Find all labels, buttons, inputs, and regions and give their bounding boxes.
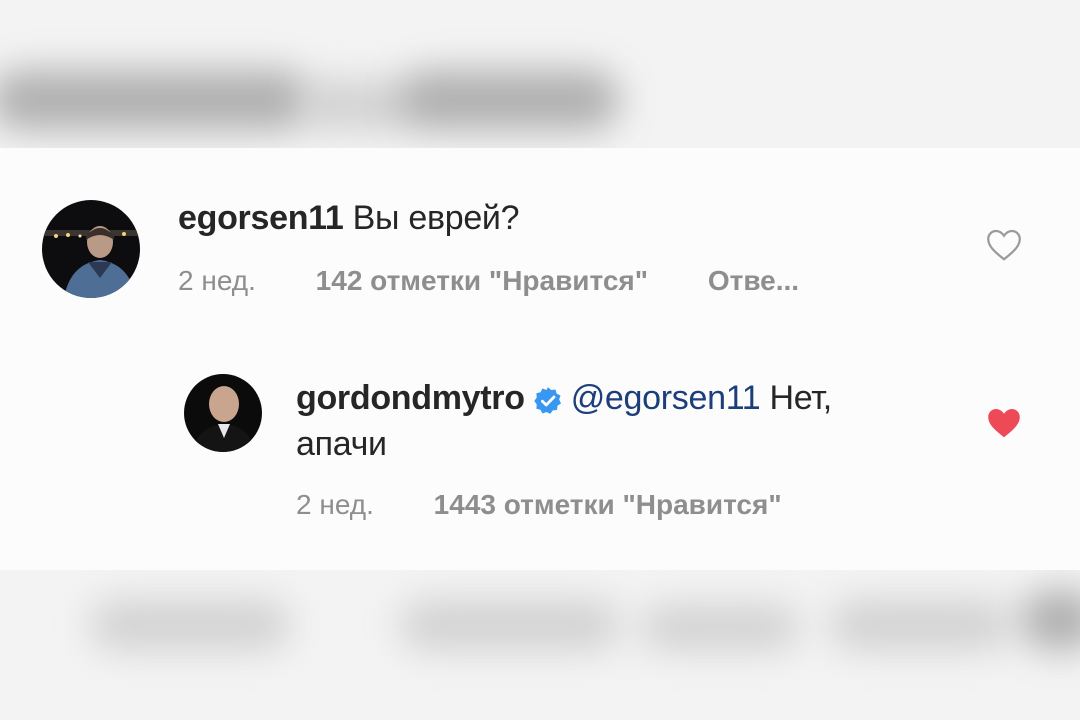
- blurred-content-bottom: [0, 570, 1080, 720]
- reply-likes-link[interactable]: 1443 отметки "Нравится": [434, 489, 782, 520]
- reply-button[interactable]: Отве...: [708, 265, 799, 296]
- reply-text-line2: апачи: [296, 425, 387, 463]
- avatar-gordondmytro[interactable]: [184, 374, 262, 452]
- reply-meta: 2 нед. 1443 отметки "Нравится": [296, 489, 782, 521]
- avatar-egorsen11[interactable]: [42, 200, 140, 298]
- instagram-comments-screenshot: egorsen11 Вы еврей? 2 нед. 142 отметки "…: [0, 0, 1080, 720]
- reply-text-line1: Нет,: [760, 379, 833, 417]
- reply-time: 2 нед.: [296, 489, 374, 520]
- comment-body: egorsen11 Вы еврей?: [178, 195, 520, 241]
- mention-link[interactable]: @egorsen11: [571, 379, 761, 417]
- comment-username[interactable]: egorsen11: [178, 199, 344, 237]
- reply-username[interactable]: gordondmytro: [296, 379, 525, 417]
- reply-body: gordondmytro @egorsen11 Нет, апачи: [296, 375, 956, 467]
- heart-outline-icon[interactable]: [986, 228, 1022, 262]
- comment-meta: 2 нед. 142 отметки "Нравится" Отве...: [178, 265, 799, 297]
- comments-list: egorsen11 Вы еврей? 2 нед. 142 отметки "…: [0, 148, 1080, 570]
- verified-badge-icon: [533, 382, 563, 414]
- comment-time: 2 нед.: [178, 265, 256, 296]
- comment-likes-link[interactable]: 142 отметки "Нравится": [316, 265, 648, 296]
- blurred-content-top: [0, 0, 1080, 148]
- comment-text: Вы еврей?: [352, 199, 520, 237]
- heart-filled-icon[interactable]: [986, 406, 1022, 440]
